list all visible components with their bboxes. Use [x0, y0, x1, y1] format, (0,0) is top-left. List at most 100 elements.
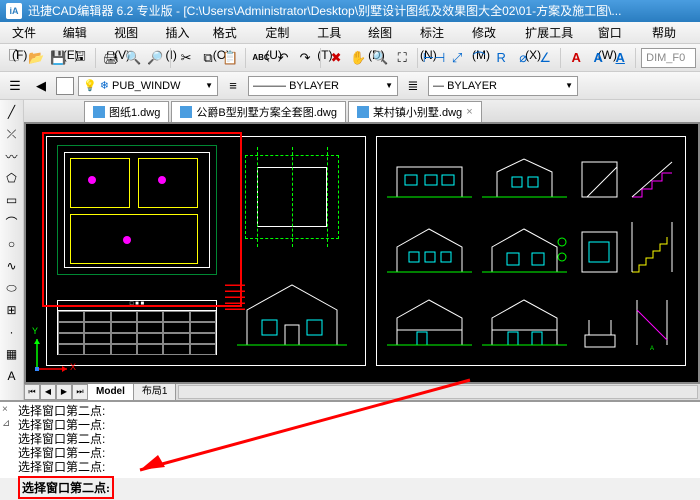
hatch-icon[interactable]: ▦ — [2, 344, 22, 364]
tab-label: 公爵B型别墅方案全套图.dwg — [196, 104, 337, 120]
save-button[interactable]: 💾 — [48, 47, 68, 69]
text-icon[interactable]: A — [2, 366, 22, 386]
menu-format[interactable]: 格式(O) — [205, 22, 258, 43]
saveall-button[interactable]: 🖫 — [70, 47, 90, 69]
menu-view[interactable]: 视图(V) — [106, 22, 157, 43]
draw-toolbar: ╱ ⤫ 〰 ⬠ ▭ ⌒ ○ ∿ ⬭ ⊞ · ▦ A — [0, 100, 24, 400]
menu-bar: 文件(F) 编辑(E) 视图(V) 插入(I) 格式(O) 定制(U) 工具(T… — [0, 22, 700, 44]
menu-help[interactable]: 帮助(H) — [644, 22, 696, 43]
dim-align-icon[interactable]: ⤢ — [447, 47, 467, 69]
menu-draw[interactable]: 绘图(D) — [360, 22, 412, 43]
lineweight-dropdown[interactable]: — BYLAYER ▼ — [428, 76, 578, 96]
stair-detail-2 — [627, 217, 677, 277]
drawing-canvas[interactable]: □ ■ ■ ▬▬▬▬▬▬▬▬▬▬▬▬▬▬▬▬▬▬▬▬ — [26, 124, 698, 382]
cut-button[interactable]: ✂ — [176, 47, 196, 69]
ellipse-icon[interactable]: ⬭ — [2, 278, 22, 298]
app-logo-icon: iA — [6, 3, 22, 19]
zoom-extents-button[interactable]: ⛶ — [392, 47, 412, 69]
undo-button[interactable]: ↶ — [273, 47, 293, 69]
lineweight-icon[interactable]: ≣ — [402, 75, 424, 97]
text-a-blue-icon[interactable]: A — [588, 47, 608, 69]
cmd-history-line: 选择窗口第二点: — [18, 432, 696, 446]
scrollbar-horizontal[interactable] — [178, 385, 698, 399]
section-4 — [482, 290, 567, 355]
polygon-icon[interactable]: ⬠ — [2, 168, 22, 188]
dim-diam-icon[interactable]: ⌀ — [513, 47, 533, 69]
find-button[interactable]: 🔎 — [145, 47, 165, 69]
ucs-icon: X Y — [32, 334, 72, 376]
schedule-table: □ ■ ■ — [57, 300, 217, 355]
dwg-icon — [357, 106, 369, 118]
redo-button[interactable]: ↷ — [295, 47, 315, 69]
point-icon[interactable]: · — [2, 322, 22, 342]
dim-linear-icon[interactable]: ⊢⊣ — [423, 47, 445, 69]
dim-angle-icon[interactable]: ∠ — [535, 47, 555, 69]
selection-highlight — [42, 132, 242, 307]
dim-radius-icon[interactable]: R — [491, 47, 511, 69]
color-swatch[interactable] — [56, 77, 74, 95]
rectangle-icon[interactable]: ▭ — [2, 190, 22, 210]
layer-icon[interactable]: ☰ — [4, 75, 26, 97]
detail-1 — [577, 290, 622, 355]
spline-icon[interactable]: ∿ — [2, 256, 22, 276]
layer-prev-icon[interactable]: ◀ — [30, 75, 52, 97]
new-button[interactable]: 🗋 — [4, 47, 24, 69]
menu-tools[interactable]: 工具(T) — [309, 22, 360, 43]
menu-file[interactable]: 文件(F) — [4, 22, 55, 43]
scroll-last-icon[interactable]: ⏭ — [72, 384, 88, 400]
dim-arc-icon[interactable]: ⌒ — [469, 47, 489, 69]
dimstyle-dropdown[interactable]: DIM_F0 — [641, 48, 696, 68]
separator — [635, 48, 636, 68]
cmd-close-icon[interactable]: × — [2, 404, 8, 415]
print-button[interactable]: 🖨 — [101, 47, 121, 69]
circle-icon[interactable]: ○ — [2, 234, 22, 254]
layer-name-label: PUB_WINDW — [112, 80, 180, 92]
scroll-next-icon[interactable]: ▶ — [56, 384, 72, 400]
menu-custom[interactable]: 定制(U) — [257, 22, 309, 43]
linetype-dropdown[interactable]: ——— BYLAYER ▼ — [248, 76, 398, 96]
menu-ext[interactable]: 扩展工具(X) — [517, 22, 590, 43]
polyline-icon[interactable]: 〰 — [2, 146, 22, 166]
zoom-window-button[interactable]: 🔍 — [370, 47, 390, 69]
tab-drawing3[interactable]: 某村镇小别墅.dwg × — [348, 101, 482, 122]
tab-drawing2[interactable]: 公爵B型别墅方案全套图.dwg — [171, 101, 346, 122]
linetype-icon[interactable]: ≡ — [222, 75, 244, 97]
scroll-prev-icon[interactable]: ◀ — [40, 384, 56, 400]
menu-insert[interactable]: 插入(I) — [158, 22, 205, 43]
open-button[interactable]: 📂 — [26, 47, 46, 69]
tab-label: 某村镇小别墅.dwg — [373, 104, 462, 120]
text-a-red-icon[interactable]: A — [566, 47, 586, 69]
pan-button[interactable]: ✋ — [348, 47, 368, 69]
erase-button[interactable]: ✖ — [326, 47, 346, 69]
menu-dim[interactable]: 标注(N) — [412, 22, 464, 43]
copy-button[interactable]: ⧉ — [198, 47, 218, 69]
tab-label: 图纸1.dwg — [109, 104, 160, 120]
menu-edit[interactable]: 编辑(E) — [55, 22, 106, 43]
menu-modify[interactable]: 修改(M) — [464, 22, 517, 43]
tab-drawing1[interactable]: 图纸1.dwg — [84, 101, 169, 122]
layout-tabs: Model 布局1 — [88, 384, 176, 400]
xline-icon[interactable]: ⤫ — [2, 124, 22, 144]
command-input[interactable]: 选择窗口第二点: — [18, 476, 114, 499]
spell-button[interactable]: ABC — [251, 47, 271, 69]
insert-icon[interactable]: ⊞ — [2, 300, 22, 320]
arc-icon[interactable]: ⌒ — [2, 212, 22, 232]
canvas-wrap: 图纸1.dwg 公爵B型别墅方案全套图.dwg 某村镇小别墅.dwg × — [24, 100, 700, 400]
paste-button[interactable]: 📋 — [220, 47, 240, 69]
lineweight-label: BYLAYER — [447, 80, 497, 92]
scroll-first-icon[interactable]: ⏮ — [24, 384, 40, 400]
title-bar: iA 迅捷CAD编辑器 6.2 专业版 - [C:\Users\Administ… — [0, 0, 700, 22]
line-icon[interactable]: ╱ — [2, 102, 22, 122]
text-a-under-icon[interactable]: A — [610, 47, 630, 69]
svg-text:A: A — [650, 346, 654, 352]
preview-button[interactable]: 🔍 — [123, 47, 143, 69]
layer-dropdown[interactable]: 💡 ❄ PUB_WINDW ▼ — [78, 76, 218, 96]
menu-window[interactable]: 窗口(W) — [590, 22, 644, 43]
bottom-bar: ⏮ ◀ ▶ ⏭ Model 布局1 — [24, 384, 700, 400]
cmd-pin-icon[interactable]: ⊿ — [2, 418, 10, 429]
layout-tab-model[interactable]: Model — [88, 384, 134, 400]
close-icon[interactable]: × — [466, 106, 472, 118]
layout-tab-1[interactable]: 布局1 — [134, 384, 177, 400]
cmd-history-line: 选择窗口第二点: — [18, 404, 696, 418]
ucs-y-label: Y — [32, 326, 38, 336]
